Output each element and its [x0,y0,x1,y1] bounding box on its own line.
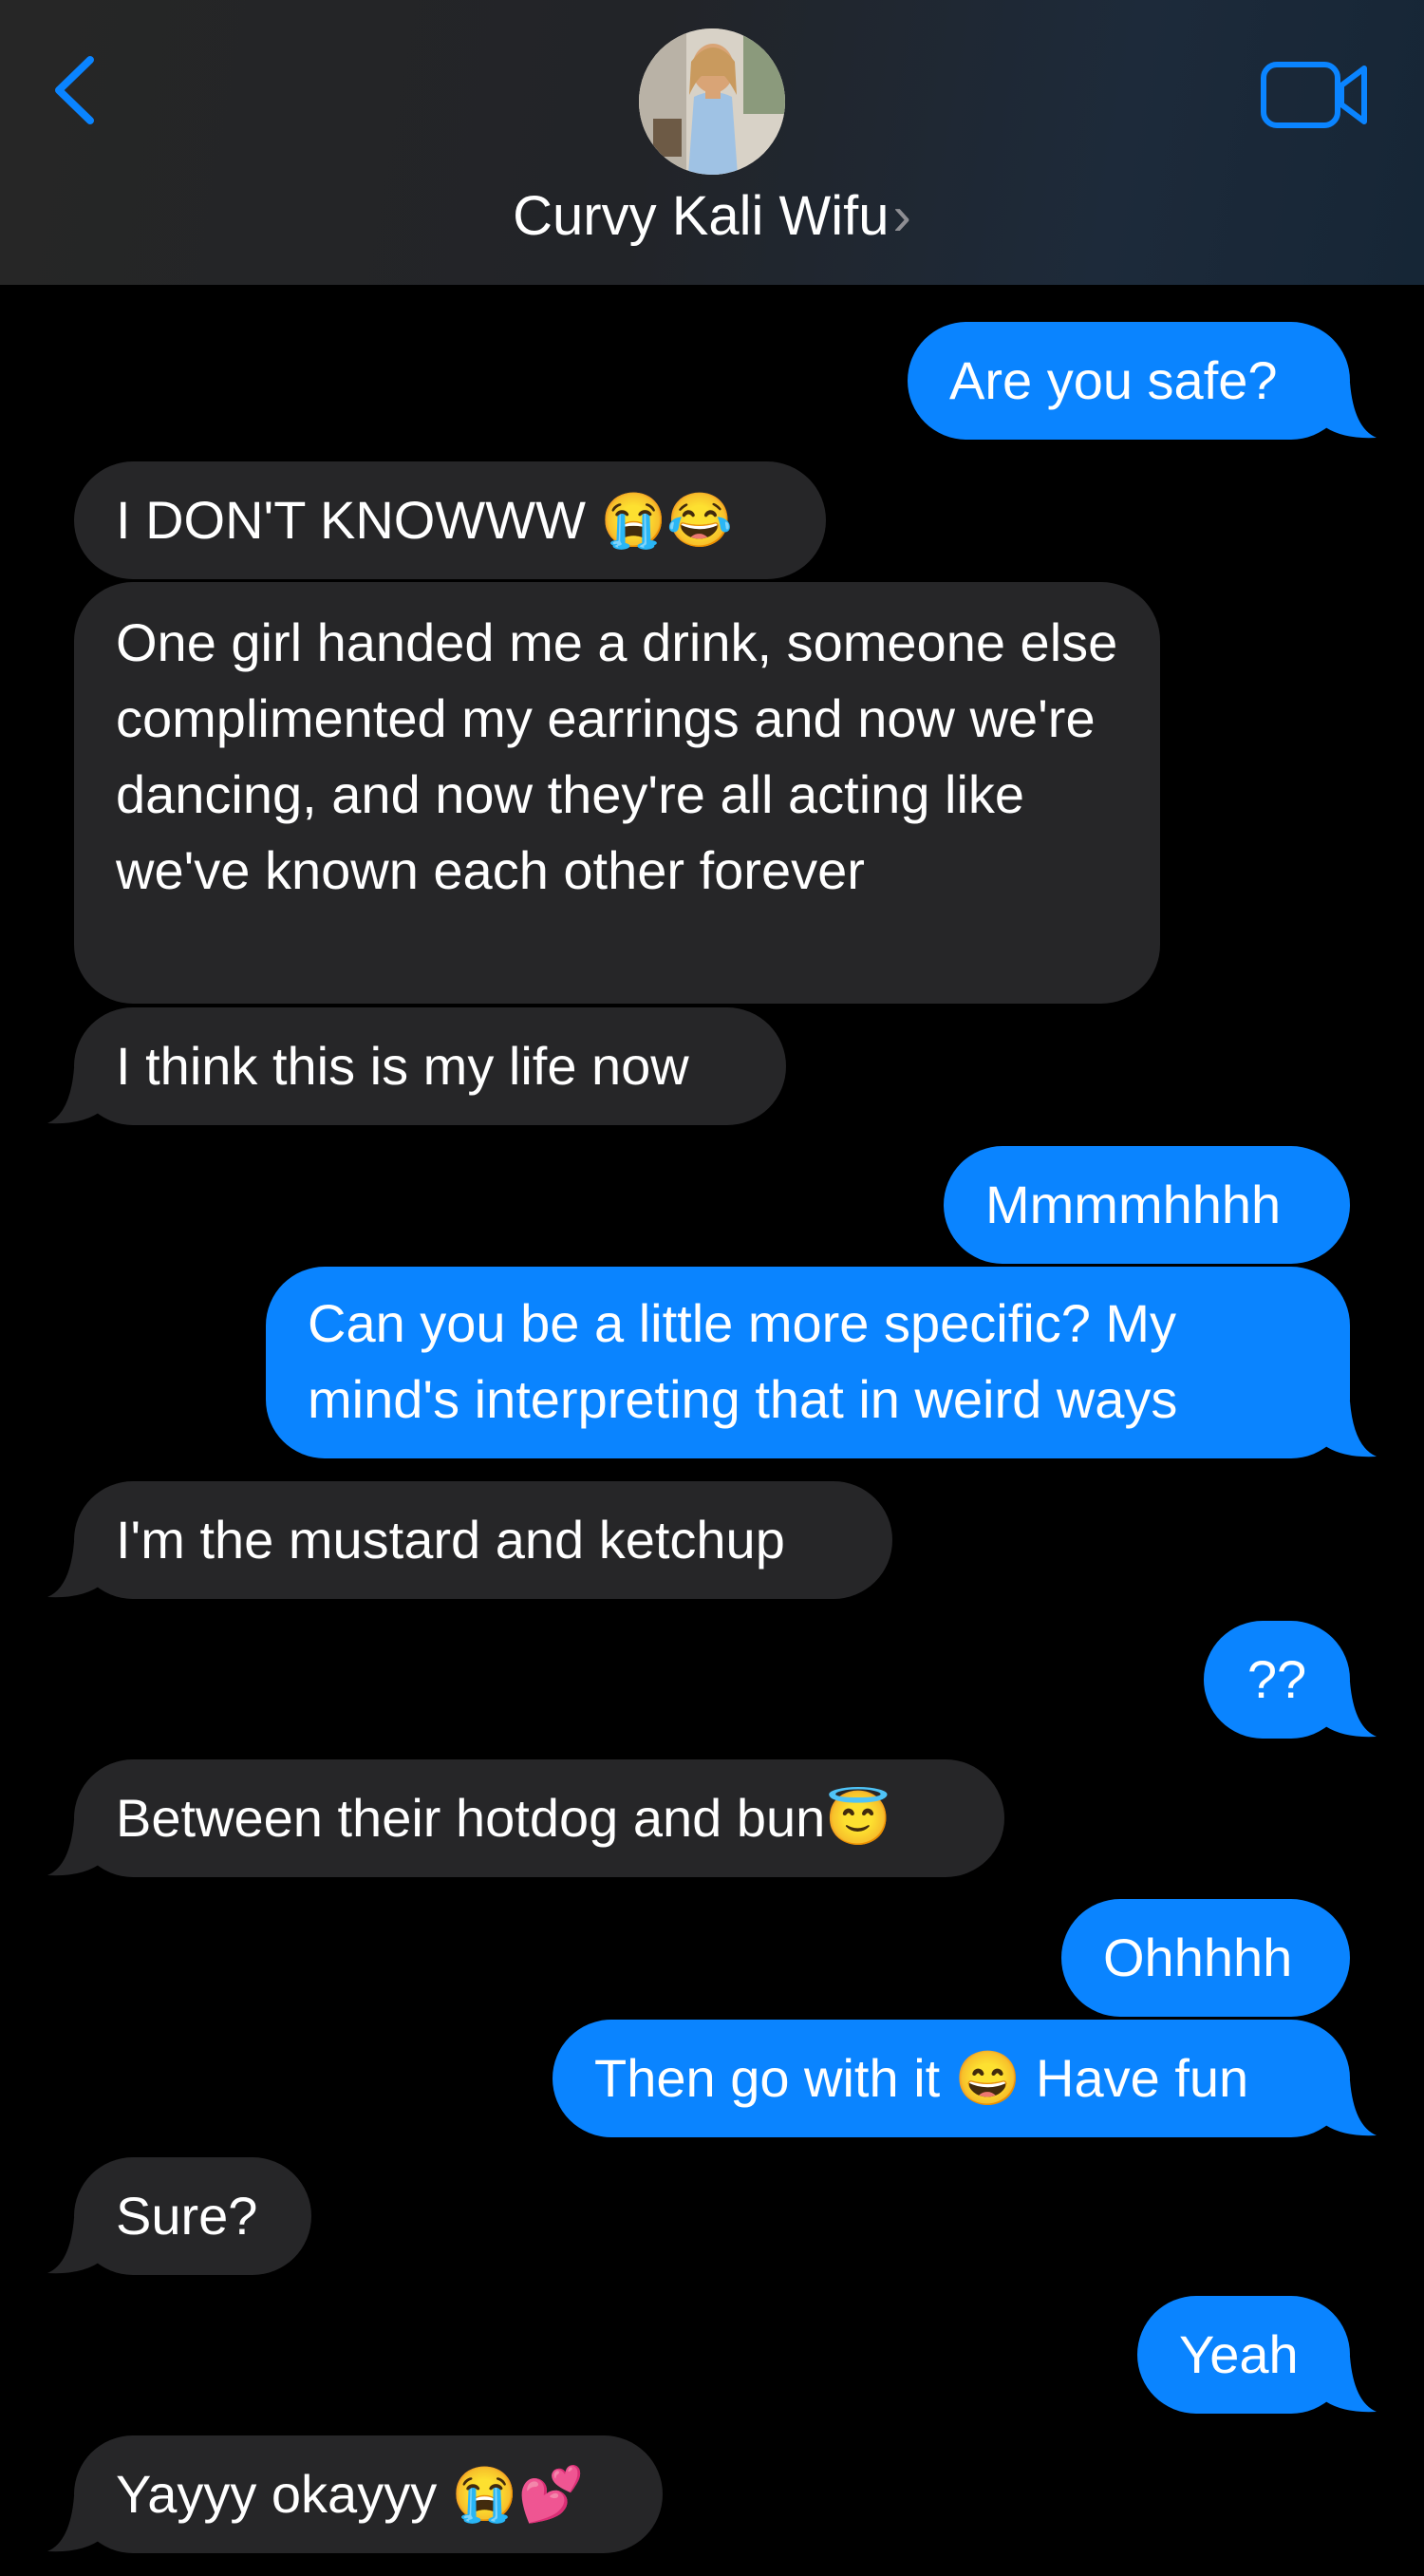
bubble-tail [47,1068,103,1124]
message-bubble-incoming[interactable]: Sure? [74,2157,311,2275]
video-camera-icon [1261,62,1367,128]
message-bubble-incoming[interactable]: Yayyy okayyy 😭💕 [74,2435,663,2553]
bubble-tail [47,2218,103,2274]
conversation-header: Curvy Kali Wifu› [0,0,1424,285]
contact-avatar[interactable] [639,28,785,175]
chevron-left-icon [55,56,94,124]
contact-name: Curvy Kali Wifu [513,185,890,247]
message-bubble-outgoing[interactable]: Can you be a little more specific? My mi… [266,1267,1350,1458]
bubble-tail [47,1542,103,1598]
bubble-tail [1321,2080,1377,2136]
message-bubble-incoming[interactable]: I think this is my life now [74,1007,786,1125]
message-bubble-outgoing[interactable]: Yeah [1137,2296,1350,2414]
facetime-video-button[interactable] [1258,57,1372,133]
bubble-tail [1321,2357,1377,2413]
bubble-tail [1321,1682,1377,1738]
contact-name-button[interactable]: Curvy Kali Wifu› [0,179,1424,254]
bubble-tail [47,2496,103,2552]
message-bubble-incoming[interactable]: I'm the mustard and ketchup [74,1481,892,1599]
chevron-right-icon: › [892,185,911,247]
message-bubble-outgoing[interactable]: Ohhhhh [1061,1899,1350,2017]
message-bubble-outgoing[interactable]: Mmmmhhhh [944,1146,1350,1264]
message-bubble-outgoing[interactable]: Are you safe? [908,322,1350,440]
message-bubble-incoming[interactable]: I DON'T KNOWWW 😭😂 [74,461,826,579]
back-button[interactable] [47,52,104,128]
message-bubble-incoming[interactable]: One girl handed me a drink, someone else… [74,582,1160,1004]
bubble-tail [1321,383,1377,439]
message-bubble-outgoing[interactable]: Then go with it 😄 Have fun [553,2020,1350,2137]
message-bubble-incoming[interactable]: Between their hotdog and bun😇 [74,1759,1004,1877]
bubble-tail [1321,1401,1377,1457]
bubble-tail [47,1820,103,1876]
